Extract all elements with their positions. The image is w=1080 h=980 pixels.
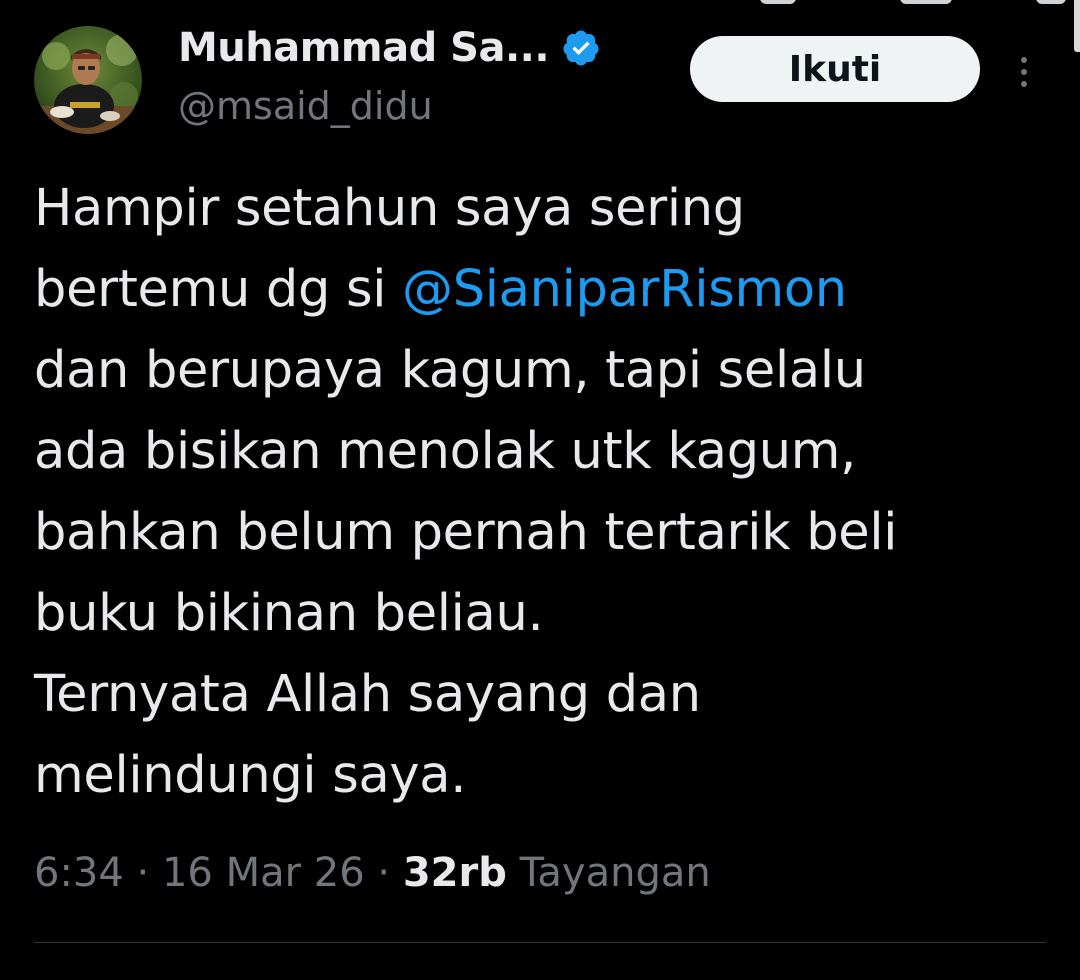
tweet-date[interactable]: 16 Mar 26 — [162, 850, 365, 896]
tweet-line: ada bisikan menolak utk kagum, — [34, 422, 857, 481]
scrollbar[interactable] — [1074, 0, 1080, 52]
tweet-line: Ternyata Allah sayang dan — [34, 665, 701, 724]
tweet-line: melindungi saya. — [34, 746, 467, 805]
tweet-line: Hampir setahun saya sering — [34, 179, 745, 238]
tweet-line: bertemu dg si @SianiparRismon — [34, 249, 1044, 330]
views-count[interactable]: 32rb — [403, 850, 507, 896]
name-row: Muhammad Sa... — [178, 22, 601, 74]
clipped-icon-fragment — [760, 0, 796, 4]
author-display-name[interactable]: Muhammad Sa... — [178, 25, 550, 71]
tweet-line: bahkan belum pernah tertarik beli — [34, 503, 898, 562]
verified-badge-icon — [561, 28, 601, 68]
tweet-line: dan berupaya kagum, tapi selalu — [34, 341, 866, 400]
avatar[interactable] — [34, 26, 142, 134]
mention-link[interactable]: @SianiparRismon — [402, 260, 847, 319]
tweet-text: Hampir setahun saya sering bertemu dg si… — [34, 168, 1044, 816]
meta-separator: · — [136, 850, 150, 896]
clipped-icon-fragment — [900, 0, 952, 4]
divider — [34, 942, 1046, 943]
more-vertical-icon[interactable] — [1008, 50, 1040, 94]
clipped-icon-fragment — [1036, 0, 1066, 4]
tweet-header: Muhammad Sa... @msaid_didu Ikuti — [34, 22, 1040, 142]
follow-button[interactable]: Ikuti — [690, 36, 980, 102]
tweet-line-text: bertemu dg si — [34, 260, 403, 319]
more-dot — [1021, 81, 1027, 87]
tweet-time[interactable]: 6:34 — [34, 850, 124, 896]
meta-separator: · — [377, 850, 391, 896]
author-info: Muhammad Sa... @msaid_didu — [178, 22, 601, 128]
more-dot — [1021, 69, 1027, 75]
author-handle[interactable]: @msaid_didu — [178, 84, 601, 128]
more-dot — [1021, 57, 1027, 63]
tweet-line: buku bikinan beliau. — [34, 584, 544, 643]
top-clipped-area — [0, 0, 1080, 8]
tweet-meta: 6:34 · 16 Mar 26 · 32rb Tayangan — [34, 850, 711, 896]
views-label: Tayangan — [519, 850, 711, 896]
